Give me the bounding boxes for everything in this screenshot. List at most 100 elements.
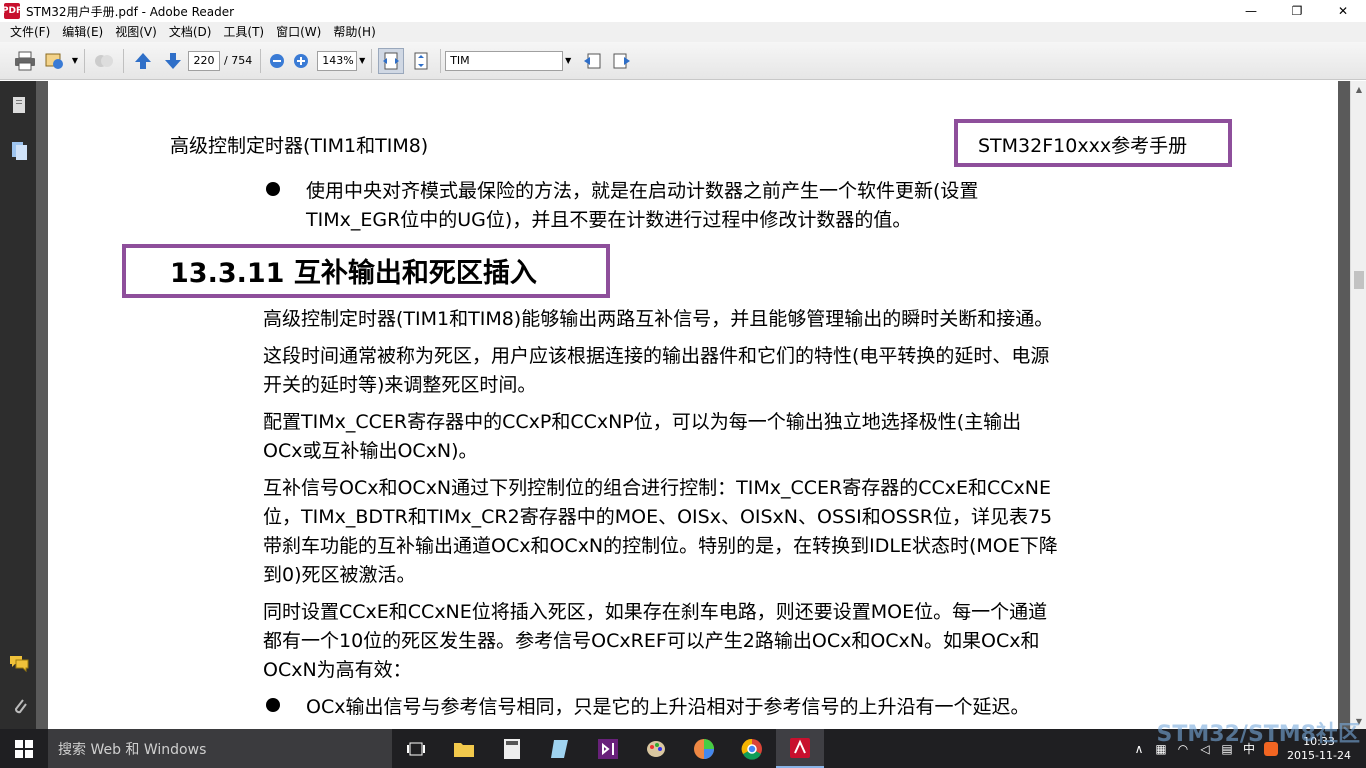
find-next-button[interactable] — [609, 48, 635, 74]
document-viewer[interactable]: 高级控制定时器(TIM1和TIM8) STM32F10xxx参考手册 使用中央对… — [36, 81, 1350, 729]
paragraph-3-line2: OCx或互补输出OCxN)。 — [263, 440, 478, 462]
taskbar-adobe-reader[interactable] — [776, 729, 824, 768]
bullet-marker — [266, 698, 280, 712]
title-bar: PDF STM32用户手册.pdf - Adobe Reader — ❐ ✕ — [0, 0, 1366, 22]
window-title: STM32用户手册.pdf - Adobe Reader — [26, 4, 235, 19]
paperclip-icon[interactable] — [9, 695, 29, 717]
menu-tools[interactable]: 工具(T) — [217, 22, 270, 42]
paragraph-3-line1: 配置TIMx_CCER寄存器中的CCxP和CCxNP位，可以为每一个输出独立地选… — [263, 411, 1022, 433]
arrow-up-icon — [135, 52, 151, 69]
comments-panel-icon[interactable] — [9, 651, 29, 673]
bullet1-line1: 使用中央对齐模式最保险的方法，就是在启动计数器之前产生一个软件更新(设置 — [306, 180, 979, 202]
close-button[interactable]: ✕ — [1320, 0, 1366, 22]
running-header-left: 高级控制定时器(TIM1和TIM8) — [170, 135, 429, 157]
find-previous-icon — [584, 53, 601, 68]
color-wheel-icon — [694, 738, 714, 759]
tray-chevron-up-icon[interactable]: ∧ — [1128, 729, 1150, 768]
page-total: / 754 — [224, 54, 253, 67]
task-view-button[interactable] — [392, 729, 440, 768]
bullet-marker — [266, 182, 280, 196]
taskbar-chrome[interactable] — [728, 729, 776, 768]
menu-view[interactable]: 视图(V) — [109, 22, 163, 42]
bullet1-line2: TIMx_EGR位中的UG位)，并且不要在计数进行过程中修改计数器的值。 — [306, 209, 912, 231]
calculator-icon — [504, 738, 520, 759]
palette-icon — [647, 740, 665, 757]
start-button[interactable] — [0, 729, 48, 768]
next-page-button[interactable] — [160, 48, 186, 74]
fit-page-button[interactable] — [408, 48, 434, 74]
paragraph-4-line2: 位，TIMx_BDTR和TIMx_CR2寄存器中的MOE、OISx、OISxN、… — [263, 506, 1053, 528]
paragraph-4-line4: 到0)死区被激活。 — [263, 564, 416, 586]
collaborate-icon — [95, 54, 113, 67]
find-dropdown-arrow[interactable]: ▼ — [563, 51, 573, 71]
pages-panel-icon[interactable] — [9, 95, 29, 117]
taskbar-notepad[interactable] — [536, 729, 584, 768]
taskbar-visual-studio[interactable] — [584, 729, 632, 768]
pdf-page[interactable]: 高级控制定时器(TIM1和TIM8) STM32F10xxx参考手册 使用中央对… — [48, 81, 1338, 729]
vertical-scrollbar[interactable]: ▲ ▼ — [1350, 81, 1366, 729]
windows-logo-icon — [15, 739, 33, 758]
restore-button[interactable]: ❐ — [1274, 0, 1320, 22]
toolbar-separator — [440, 48, 442, 73]
taskbar-file-explorer[interactable] — [440, 729, 488, 768]
toolbar-separator — [260, 48, 262, 73]
attachments-panel-icon[interactable] — [9, 139, 29, 161]
share-dropdown-arrow[interactable]: ▼ — [70, 51, 80, 71]
menu-window[interactable]: 窗口(W) — [270, 22, 327, 42]
navigation-pane — [0, 81, 36, 729]
zoom-in-button[interactable] — [291, 48, 311, 74]
adobe-reader-icon — [790, 737, 810, 758]
taskbar-color-app[interactable] — [680, 729, 728, 768]
task-view-icon — [407, 742, 425, 755]
zoom-in-icon — [294, 53, 309, 68]
clock-date: 2015-11-24 — [1287, 748, 1351, 762]
share-button[interactable] — [42, 48, 68, 74]
previous-page-button[interactable] — [130, 48, 156, 74]
window-controls: — ❐ ✕ — [1228, 0, 1366, 22]
taskbar-paint[interactable] — [632, 729, 680, 768]
arrow-down-icon — [165, 52, 181, 69]
envelope-icon — [45, 53, 63, 69]
paragraph-2-line1: 这段时间通常被称为死区，用户应该根据连接的输出器件和它们的特性(电平转换的延时、… — [263, 345, 1050, 367]
paragraph-1: 高级控制定时器(TIM1和TIM8)能够输出两路互补信号，并且能够管理输出的瞬时… — [263, 308, 1054, 330]
paragraph-2-line2: 开关的延时等)来调整死区时间。 — [263, 374, 537, 396]
zoom-level-input[interactable]: 143% — [317, 50, 358, 71]
collaborate-button[interactable] — [91, 48, 117, 74]
taskbar-calculator[interactable] — [488, 729, 536, 768]
toolbar-separator — [84, 48, 85, 73]
fit-width-icon — [383, 52, 400, 69]
fit-width-button[interactable] — [378, 47, 405, 74]
fit-page-icon — [414, 52, 428, 69]
menu-file[interactable]: 文件(F) — [4, 22, 56, 42]
running-header-right: STM32F10xxx参考手册 — [978, 135, 1188, 157]
taskbar-search-box[interactable]: 搜索 Web 和 Windows — [48, 729, 392, 768]
bullet2-line1: OCx输出信号与参考信号相同，只是它的上升沿相对于参考信号的上升沿有一个延迟。 — [306, 696, 1030, 718]
print-button[interactable] — [12, 48, 38, 74]
menu-help[interactable]: 帮助(H) — [327, 22, 381, 42]
paragraph-5-line2: 都有一个10位的死区发生器。参考信号OCxREF可以产生2路输出OCx和OCxN… — [263, 630, 1040, 652]
visual-studio-icon — [598, 738, 618, 759]
adobe-reader-icon: PDF — [2, 3, 22, 19]
menu-document[interactable]: 文档(D) — [163, 22, 218, 42]
paragraph-4-line1: 互补信号OCx和OCxN通过下列控制位的组合进行控制：TIMx_CCER寄存器的… — [263, 477, 1052, 499]
paragraph-5-line1: 同时设置CCxE和CCxNE位将插入死区，如果存在刹车电路，则还要设置MOE位。… — [263, 601, 1048, 623]
scroll-up-arrow[interactable]: ▲ — [1351, 81, 1366, 97]
folder-icon — [454, 742, 474, 757]
menu-edit[interactable]: 编辑(E) — [56, 22, 109, 42]
watermark: STM32/STM8社区 — [1156, 722, 1360, 747]
section-heading: 13.3.11 互补输出和死区插入 — [170, 258, 537, 289]
paragraph-5-line3: OCxN为高有效： — [263, 659, 412, 681]
scrollbar-thumb[interactable] — [1354, 271, 1364, 289]
zoom-dropdown-arrow[interactable]: ▼ — [357, 51, 367, 71]
toolbar: ▼ 220 / 754 143% ▼ TIM ▼ — [0, 42, 1366, 80]
find-previous-button[interactable] — [579, 48, 605, 74]
printer-icon — [15, 51, 35, 70]
find-input[interactable]: TIM — [445, 50, 564, 71]
toolbar-separator — [371, 48, 373, 73]
page-number-input[interactable]: 220 — [188, 50, 220, 71]
minimize-button[interactable]: — — [1228, 0, 1274, 22]
zoom-out-icon — [270, 53, 285, 68]
zoom-out-button[interactable] — [267, 48, 287, 74]
paragraph-4-line3: 带刹车功能的互补输出通道OCx和OCxN的控制位。特别的是，在转换到IDLE状态… — [263, 535, 1058, 557]
notepad-icon — [551, 739, 568, 758]
